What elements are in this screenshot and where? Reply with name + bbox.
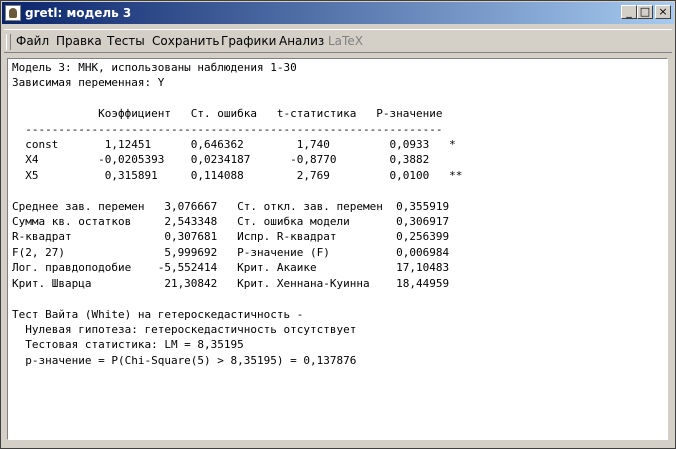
coef-row-x4: X4 -0,0205393 0,0234187 -0,8770 0,3882 xyxy=(12,153,430,167)
stats-row: R-квадрат 0,307681 Испр. R-квадрат 0,256… xyxy=(12,230,450,244)
maximize-icon: □ xyxy=(639,5,651,18)
stats-row: Среднее зав. перемен 3,076667 Ст. откл. … xyxy=(12,199,450,213)
gretl-app-icon[interactable] xyxy=(5,5,21,21)
stats-row: F(2, 27) 5,999692 P-значение (F) 0,00698… xyxy=(12,245,450,259)
white-test-title: Тест Вайта (White) на гетероскедастичнос… xyxy=(12,307,304,321)
coef-table-separator: ----------------------------------------… xyxy=(12,122,443,136)
menu-file[interactable]: Файл xyxy=(16,34,49,48)
menu-graphs[interactable]: Графики xyxy=(221,34,276,48)
menu-grip-handle[interactable] xyxy=(6,34,11,50)
stats-row: Лог. правдоподобие -5,552414 Крит. Акаик… xyxy=(12,261,450,275)
minimize-button[interactable]: _ xyxy=(621,5,637,19)
coef-row-x5: X5 0,315891 0,114088 2,769 0,0100 ** xyxy=(12,168,463,182)
white-test-line: Тестовая статистика: LM = 8,35195 xyxy=(12,338,244,352)
gretl-model-window: gretl: модель 3 _ □ × Файл Правка Тесты … xyxy=(0,0,676,449)
coef-row-const: const 1,12451 0,646362 1,740 0,0933 * xyxy=(12,138,456,152)
minimize-icon: _ xyxy=(626,5,632,18)
close-button[interactable]: × xyxy=(655,5,671,19)
white-test-line: Нулевая гипотеза: гетероскедастичность о… xyxy=(12,322,357,336)
menu-save[interactable]: Сохранить xyxy=(152,34,220,48)
model-output-text-area[interactable]: Модель 3: МНК, использованы наблюдения 1… xyxy=(7,58,668,440)
output-line: Зависимая переменная: Y xyxy=(12,76,165,90)
window-title: gretl: модель 3 xyxy=(25,6,132,20)
maximize-button[interactable]: □ xyxy=(637,5,653,19)
stats-row: Крит. Шварца 21,30842 Крит. Хеннана-Куин… xyxy=(12,276,450,290)
menu-bar: Файл Правка Тесты Сохранить Графики Анал… xyxy=(4,29,672,53)
menu-analysis[interactable]: Анализ xyxy=(279,34,324,48)
output-line: Модель 3: МНК, использованы наблюдения 1… xyxy=(12,61,297,74)
menu-latex: LaTeX xyxy=(328,34,363,48)
model-output-text: Модель 3: МНК, использованы наблюдения 1… xyxy=(12,60,462,368)
menu-edit[interactable]: Правка xyxy=(56,34,102,48)
white-test-line: p-значение = P(Chi-Square(5) > 8,35195) … xyxy=(12,353,357,367)
menu-tests[interactable]: Тесты xyxy=(107,34,145,48)
coef-table-header: Коэффициент Ст. ошибка t-статистика P-зн… xyxy=(12,107,443,121)
stats-row: Сумма кв. остатков 2,543348 Ст. ошибка м… xyxy=(12,215,450,229)
close-icon: × xyxy=(658,5,668,18)
title-bar[interactable]: gretl: модель 3 _ □ × xyxy=(2,2,674,24)
